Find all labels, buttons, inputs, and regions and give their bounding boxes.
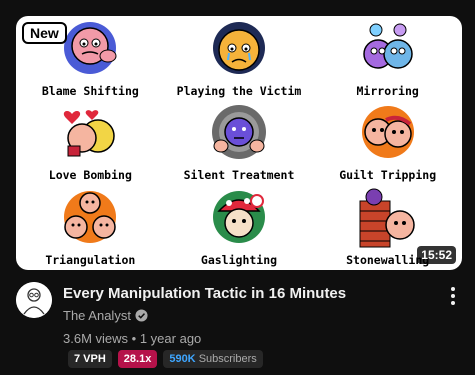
art-cell: Silent Treatment <box>165 101 314 186</box>
art-cell: Playing the Victim <box>165 16 314 101</box>
more-actions-button[interactable] <box>443 282 463 310</box>
subscribers-label: Subscribers <box>198 353 257 365</box>
video-thumbnail[interactable]: New Blame Shifting Playing the Victim Mi… <box>16 16 462 270</box>
thumbnail-art-grid: Blame Shifting Playing the Victim Mirror… <box>16 16 462 270</box>
analytics-chips: 7 VPH 28.1x 590K Subscribers <box>68 350 263 368</box>
duration-badge: 15:52 <box>417 246 456 264</box>
new-badge: New <box>22 22 67 44</box>
triangulation-illustration <box>64 190 117 243</box>
caption-blame-shifting: Blame Shifting <box>41 83 139 98</box>
guilt-tripping-illustration <box>361 106 414 159</box>
mirroring-illustration <box>362 23 413 69</box>
caption-love-bombing: Love Bombing <box>48 168 132 183</box>
art-cell: Guilt Tripping <box>313 101 462 186</box>
gaslighting-illustration <box>212 190 265 243</box>
art-cell: Gaslighting <box>165 185 314 270</box>
caption-mirroring: Mirroring <box>356 83 419 98</box>
more-dot-icon <box>451 294 455 298</box>
vph-chip: 7 VPH <box>68 350 112 368</box>
channel-avatar[interactable] <box>16 282 52 318</box>
love-bombing-illustration <box>64 110 116 157</box>
video-metadata: Every Manipulation Tactic in 16 Minutes … <box>16 282 459 372</box>
art-cell: Love Bombing <box>16 101 165 186</box>
caption-playing-the-victim: Playing the Victim <box>176 83 302 98</box>
subscribers-chip: 590K Subscribers <box>163 350 263 368</box>
channel-name-row[interactable]: The Analyst <box>63 308 148 323</box>
art-cell: Triangulation <box>16 185 165 270</box>
upload-age: 1 year ago <box>139 331 202 346</box>
more-dot-icon <box>451 287 455 291</box>
caption-gaslighting: Gaslighting <box>200 252 278 267</box>
blame-shifting-illustration <box>64 21 117 74</box>
caption-guilt-tripping: Guilt Tripping <box>339 168 437 183</box>
video-stats: 3.6M views • 1 year ago <box>63 331 201 346</box>
multiplier-chip: 28.1x <box>117 350 158 368</box>
more-dot-icon <box>451 301 455 305</box>
playing-the-victim-illustration <box>212 21 265 74</box>
video-title[interactable]: Every Manipulation Tactic in 16 Minutes <box>63 285 346 302</box>
subscriber-count: 590K <box>169 353 196 365</box>
caption-triangulation: Triangulation <box>45 252 136 267</box>
stats-separator: • <box>131 331 137 346</box>
caption-silent-treatment: Silent Treatment <box>183 168 295 183</box>
silent-treatment-illustration <box>211 105 266 160</box>
view-count: 3.6M views <box>63 331 129 346</box>
channel-name[interactable]: The Analyst <box>63 308 131 323</box>
art-cell: Mirroring <box>313 16 462 101</box>
analyst-avatar-icon <box>16 282 52 318</box>
stonewalling-illustration <box>359 188 415 248</box>
verified-icon <box>135 309 148 322</box>
